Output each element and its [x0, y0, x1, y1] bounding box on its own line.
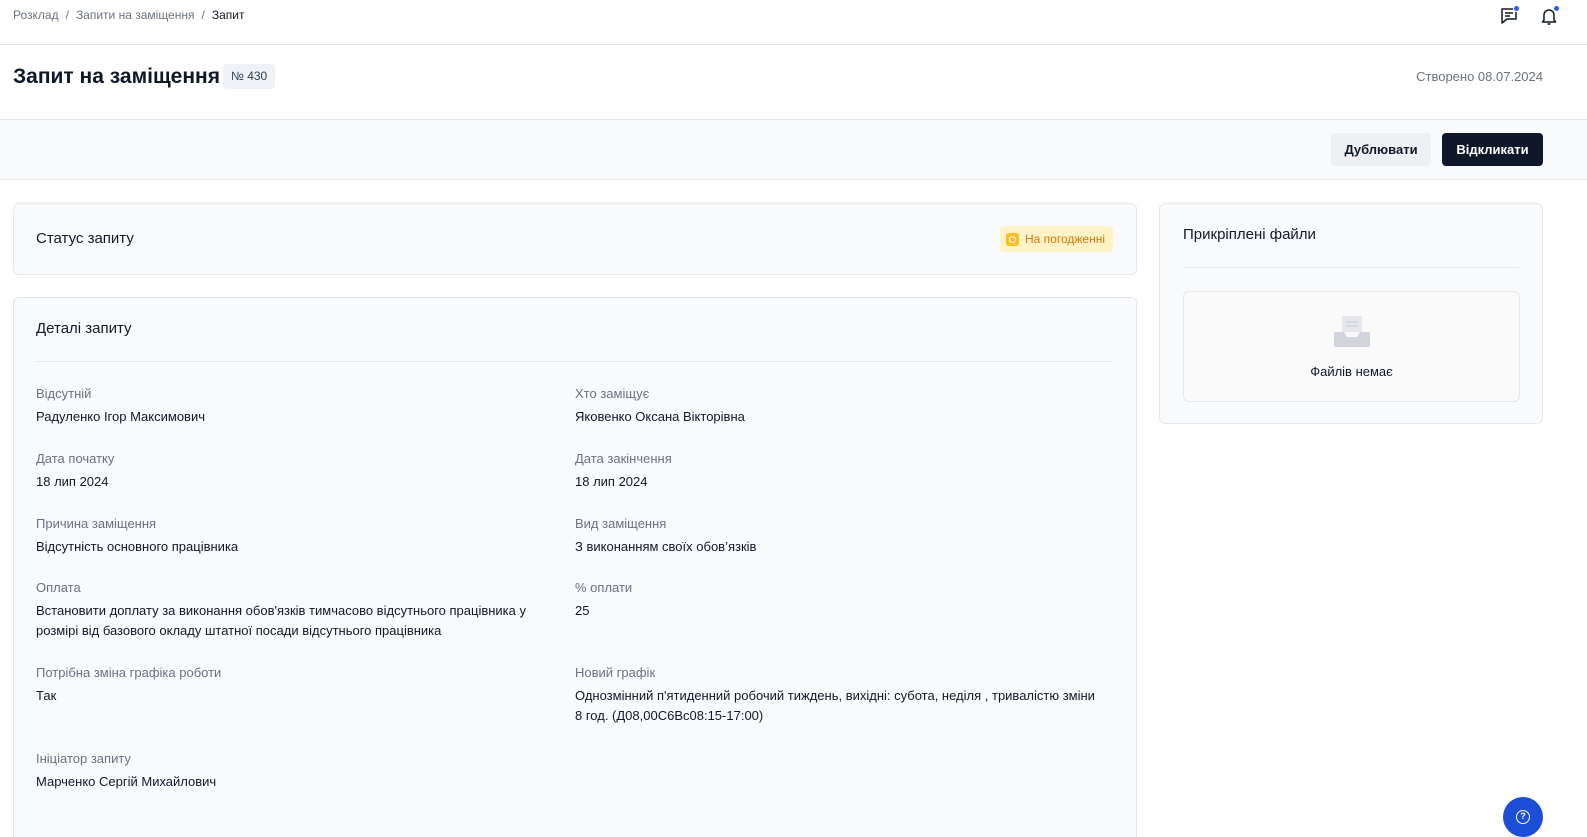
field-label: Дата закінчення: [575, 451, 672, 466]
notification-dot: [1513, 5, 1520, 12]
field-label: % оплати: [575, 580, 633, 595]
field-reason: Причина заміщення Відсутність основного …: [36, 515, 566, 557]
field-value: 18 лип 2024: [36, 474, 109, 489]
field-value: 18 лип 2024: [575, 474, 648, 489]
breadcrumb-separator: /: [201, 8, 205, 22]
clock-icon: [1006, 232, 1019, 246]
breadcrumb-current: Запит: [211, 8, 245, 22]
field-value: Так: [36, 688, 57, 703]
page-header: Запит на заміщення № 430 Створено 08.07.…: [0, 45, 1587, 120]
field-value: З виконанням своїх обов’язків: [575, 539, 757, 554]
field-initiator: Ініціатор запиту Марченко Сергій Михайло…: [36, 750, 566, 792]
field-end-date: Дата закінчення 18 лип 2024: [575, 450, 1105, 492]
field-value: Радуленко Ігор Максимович: [36, 409, 205, 424]
breadcrumb-item-requests[interactable]: Запити на заміщення: [76, 8, 195, 22]
request-number-badge: № 430: [223, 64, 276, 89]
field-absent: Відсутній Радуленко Ігор Максимович: [36, 385, 566, 427]
field-value: Однозмінний п'ятиденний робочий тиждень,…: [575, 688, 1095, 723]
field-label: Оплата: [36, 580, 81, 595]
field-value: 25: [575, 603, 590, 618]
field-label: Відсутній: [36, 386, 92, 401]
field-payment-percent: % оплати 25: [575, 579, 1105, 621]
bell-icon[interactable]: [1539, 5, 1560, 26]
details-card: Деталі запиту Відсутній Радуленко Ігор М…: [13, 297, 1137, 837]
field-label: Хто заміщує: [575, 386, 650, 401]
revoke-button[interactable]: Відкликати: [1442, 133, 1543, 166]
field-payment: Оплата Встановити доплату за виконання о…: [36, 579, 566, 641]
attached-files-card: Прикріплені файли Файлів немає: [1159, 203, 1543, 424]
divider: [36, 361, 1113, 362]
breadcrumb-item-schedule[interactable]: Розклад: [13, 8, 59, 22]
notification-dot: [1553, 5, 1560, 12]
inbox-tray-icon: [1334, 316, 1370, 347]
status-title: Статус запиту: [36, 230, 134, 247]
page-title: Запит на заміщення: [13, 65, 220, 88]
files-empty-text: Файлів немає: [1310, 364, 1393, 379]
help-icon: ?: [1516, 810, 1530, 824]
field-schedule-change: Потрібна зміна графіка роботи Так: [36, 664, 566, 706]
details-title: Деталі запиту: [36, 320, 132, 337]
created-date: Створено 08.07.2024: [1416, 69, 1543, 84]
field-value: Встановити доплату за виконання обов'язк…: [36, 603, 526, 638]
files-title: Прикріплені файли: [1183, 226, 1316, 243]
field-label: Новий графік: [575, 665, 656, 680]
duplicate-button[interactable]: Дублювати: [1331, 133, 1431, 166]
field-value: Відсутність основного працівника: [36, 539, 239, 554]
top-icons: [1499, 5, 1560, 26]
field-label: Дата початку: [36, 451, 115, 466]
divider: [1183, 267, 1519, 268]
status-card: Статус запиту На погодженні: [13, 203, 1137, 275]
action-toolbar: Дублювати Відкликати: [0, 120, 1587, 180]
field-value: Марченко Сергій Михайлович: [36, 774, 217, 789]
top-bar: Розклад / Запити на заміщення / Запит: [0, 0, 1587, 45]
field-label: Вид заміщення: [575, 516, 667, 531]
field-substitute: Хто заміщує Яковенко Оксана Вікторівна: [575, 385, 1105, 427]
field-label: Причина заміщення: [36, 516, 157, 531]
breadcrumb: Розклад / Запити на заміщення / Запит: [13, 8, 244, 22]
chat-icon[interactable]: [1499, 5, 1520, 26]
help-button[interactable]: ?: [1503, 797, 1543, 837]
field-value: Яковенко Оксана Вікторівна: [575, 409, 745, 424]
field-label: Ініціатор запиту: [36, 751, 131, 766]
breadcrumb-separator: /: [65, 8, 69, 22]
status-badge-label: На погодженні: [1025, 232, 1105, 246]
files-empty-state: Файлів немає: [1183, 291, 1520, 402]
field-label: Потрібна зміна графіка роботи: [36, 665, 222, 680]
field-substitution-type: Вид заміщення З виконанням своїх обов’яз…: [575, 515, 1105, 557]
field-start-date: Дата початку 18 лип 2024: [36, 450, 566, 492]
field-new-schedule: Новий графік Однозмінний п'ятиденний роб…: [575, 664, 1105, 726]
status-badge: На погодженні: [1000, 226, 1113, 252]
